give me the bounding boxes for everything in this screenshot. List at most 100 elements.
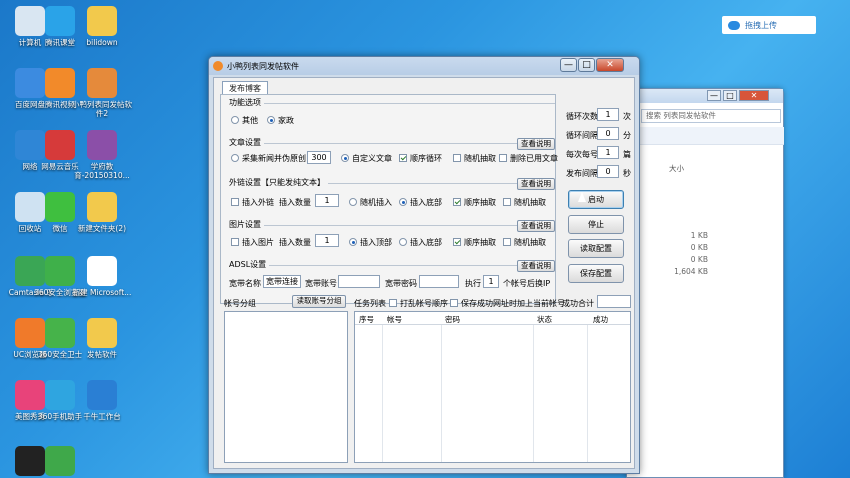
save-config-button[interactable]: 保存配置 xyxy=(568,264,624,283)
group-article: 文章设置 查看说明 采集新闻并伪原创 300 自定义文章 顺序循环 随机抽取 删… xyxy=(229,137,558,173)
insert-image-label: 插入图片 xyxy=(242,238,274,247)
read-config-button[interactable]: 读取配置 xyxy=(568,239,624,258)
app-icon xyxy=(87,380,117,410)
radio-image-insert-bottom[interactable] xyxy=(399,238,407,246)
col-header-index[interactable]: 序号 xyxy=(359,314,374,325)
loop-count-input[interactable]: 1 xyxy=(597,108,619,121)
radio-insert-top[interactable] xyxy=(349,238,357,246)
broadband-password-input[interactable] xyxy=(419,275,459,288)
outlink-help-button[interactable]: 查看说明 xyxy=(517,178,555,190)
checkbox-insert-image[interactable] xyxy=(231,238,239,246)
loop-interval-input[interactable]: 0 xyxy=(597,127,619,140)
post-interval-unit: 秒 xyxy=(623,169,631,178)
desktop-icon[interactable] xyxy=(30,446,90,478)
radio-collect-news[interactable] xyxy=(231,154,239,162)
image-count-input[interactable]: 1 xyxy=(315,234,339,247)
checkbox-shuffle-accounts[interactable] xyxy=(389,299,397,307)
col-header-account[interactable]: 帐号 xyxy=(387,314,402,325)
radio-home[interactable] xyxy=(267,116,275,124)
insert-bottom-label: 插入底部 xyxy=(410,198,442,207)
explorer-toolbar xyxy=(627,127,784,145)
grid-column-divider xyxy=(441,312,442,462)
cloud-upload-widget[interactable]: 拖拽上传 xyxy=(722,16,816,34)
desktop-icon[interactable]: 小鸭列表同发帖软件2 xyxy=(72,68,132,118)
collect-count-input[interactable]: 300 xyxy=(307,151,331,164)
close-button[interactable]: ✕ xyxy=(596,58,624,72)
article-help-button[interactable]: 查看说明 xyxy=(517,138,555,150)
adsl-help-button[interactable]: 查看说明 xyxy=(517,260,555,272)
custom-article-label: 自定义文章 xyxy=(352,154,392,163)
app-icon xyxy=(87,256,117,286)
read-account-group-button[interactable]: 读取账号分组 xyxy=(292,295,346,308)
desktop-icon[interactable]: 新建 Microsoft... xyxy=(72,256,132,297)
col-header-status[interactable]: 状态 xyxy=(537,314,552,325)
post-interval-input[interactable]: 0 xyxy=(597,165,619,178)
checkbox-random-pick-link[interactable] xyxy=(503,198,511,206)
maximize-button[interactable]: □ xyxy=(578,58,595,72)
task-list-grid[interactable]: 序号 帐号 密码 状态 成功 xyxy=(354,311,631,463)
radio-insert-bottom[interactable] xyxy=(399,198,407,206)
desktop-icon[interactable]: 新建文件夹(2) xyxy=(72,192,132,233)
window-title: 小鸭列表同发帖软件 xyxy=(227,62,299,71)
task-grid-header: 序号 帐号 密码 状态 成功 xyxy=(355,312,630,325)
group-function: 功能选项 其他 家政 xyxy=(229,97,555,131)
per-account-label: 每次每号 xyxy=(566,150,598,159)
link-count-input[interactable]: 1 xyxy=(315,194,339,207)
start-button[interactable]: 启动 xyxy=(568,190,624,209)
checkbox-image-random-pick[interactable] xyxy=(503,238,511,246)
tab-publish-blog[interactable]: 发布博客 xyxy=(222,81,268,95)
explorer-titlebar[interactable]: — □ ✕ xyxy=(627,89,783,103)
desktop-icon-label: 发帖软件 xyxy=(87,350,117,359)
col-header-password[interactable]: 密码 xyxy=(445,314,460,325)
image-count-label: 插入数量 xyxy=(279,238,311,247)
app-icon xyxy=(45,318,75,348)
explorer-file-size: 0 KB xyxy=(690,243,708,252)
checkbox-random-pick[interactable] xyxy=(453,154,461,162)
per-account-input[interactable]: 1 xyxy=(597,146,619,159)
desktop-icon[interactable]: bilidown xyxy=(72,6,132,47)
explorer-column-size[interactable]: 大小 xyxy=(669,163,684,174)
app-icon xyxy=(45,68,75,98)
col-header-success[interactable]: 成功 xyxy=(593,314,608,325)
desktop-icon-label: 新建文件夹(2) xyxy=(77,224,127,233)
image-seq-pick-label: 顺序抽取 xyxy=(464,238,496,247)
checkbox-seq-pick[interactable] xyxy=(453,198,461,206)
after-ip-label: 个帐号后换IP xyxy=(503,279,551,288)
radio-other[interactable] xyxy=(231,116,239,124)
exec-count-input[interactable]: 1 xyxy=(483,275,499,288)
account-group-list[interactable] xyxy=(224,311,348,463)
explorer-minimize-button[interactable]: — xyxy=(707,90,721,101)
broadband-account-label: 宽带账号 xyxy=(305,279,337,288)
app-icon xyxy=(87,192,117,222)
radio-random-insert[interactable] xyxy=(349,198,357,206)
explorer-close-button[interactable]: ✕ xyxy=(739,90,769,101)
minimize-button[interactable]: — xyxy=(560,58,577,72)
desktop-icon[interactable]: 千牛工作台 xyxy=(72,380,132,421)
radio-custom-article[interactable] xyxy=(341,154,349,162)
checkbox-delete-used[interactable] xyxy=(499,154,507,162)
explorer-search-input[interactable]: 搜索 列表同发帖软件 xyxy=(641,109,781,123)
account-group-label: 帐号分组 xyxy=(224,299,256,308)
app-icon xyxy=(87,130,117,160)
checkbox-loop[interactable] xyxy=(399,154,407,162)
app-titlebar[interactable]: 小鸭列表同发帖软件 — □ ✕ xyxy=(209,57,639,75)
stop-button[interactable]: 停止 xyxy=(568,215,624,234)
explorer-file-size: 1 KB xyxy=(690,231,708,240)
image-help-button[interactable]: 查看说明 xyxy=(517,220,555,232)
checkbox-image-seq-pick[interactable] xyxy=(453,238,461,246)
broadband-name-input[interactable]: 宽带连接 xyxy=(263,275,301,288)
checkbox-save-success-url[interactable] xyxy=(450,299,458,307)
explorer-window[interactable]: — □ ✕ 搜索 列表同发帖软件 大小 1 KB 0 KB 0 KB 1,604… xyxy=(626,88,784,478)
tab-panel: 功能选项 其他 家政 文章设置 查看说明 采集新闻并伪原创 300 自定义文章 … xyxy=(220,94,558,304)
broadband-account-input[interactable] xyxy=(338,275,380,288)
app-window[interactable]: 小鸭列表同发帖软件 — □ ✕ 发布博客 功能选项 其他 家政 文章设置 查看说… xyxy=(208,56,640,474)
desktop-icon-label: 新建 Microsoft... xyxy=(72,288,132,297)
broadband-password-label: 宽带密码 xyxy=(385,279,417,288)
checkbox-insert-link[interactable] xyxy=(231,198,239,206)
desktop-icon[interactable]: 发帖软件 xyxy=(72,318,132,359)
collect-news-label: 采集新闻并伪原创 xyxy=(242,154,306,163)
group-image: 图片设置 查看说明 插入图片 插入数量 1 插入顶部 插入底部 顺序抽取 随机抽… xyxy=(229,219,555,255)
desktop-icon[interactable]: 学府教育-20150310... xyxy=(72,130,132,180)
explorer-maximize-button[interactable]: □ xyxy=(723,90,737,101)
group-outlink-title: 外链设置【只能发纯文本】 xyxy=(229,177,328,188)
